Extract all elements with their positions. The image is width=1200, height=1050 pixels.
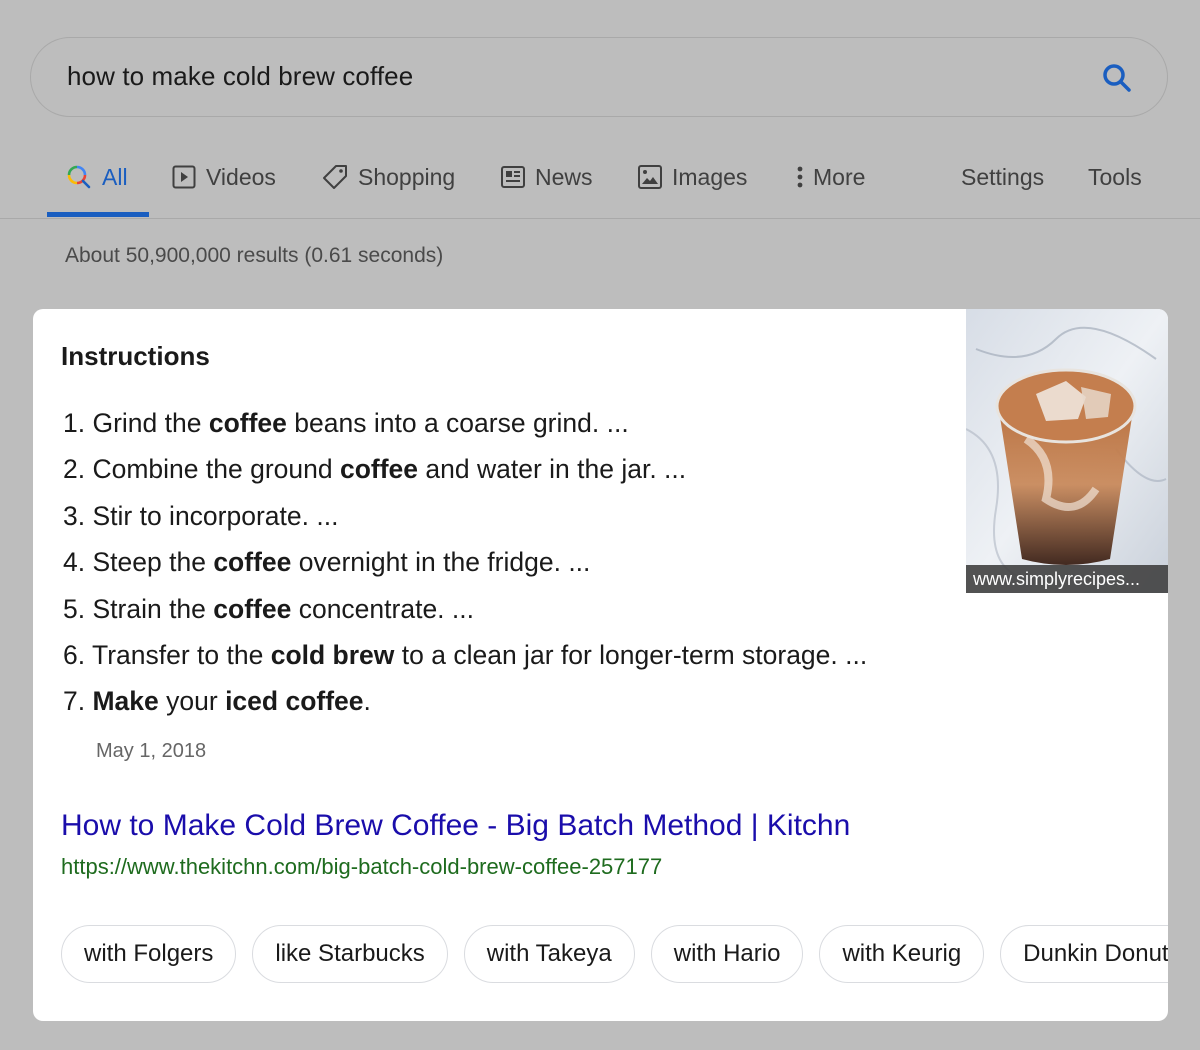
tag-icon (323, 165, 347, 189)
featured-snippet: Instructions 1. Grind the coffee beans i… (33, 309, 1168, 1021)
tab-tools[interactable]: Tools (1088, 162, 1142, 192)
search-icon (1103, 64, 1131, 92)
step-number: 5. (63, 593, 86, 624)
tab-all[interactable]: All (66, 162, 128, 192)
image-icon (638, 165, 662, 189)
step-text: Steep the (92, 547, 214, 578)
step-number: 3. (63, 500, 86, 531)
highlighted-term: coffee (208, 408, 287, 438)
tab-settings[interactable]: Settings (961, 162, 1044, 192)
related-search-chip[interactable]: with Hario (650, 925, 804, 983)
tab-label: Tools (1088, 163, 1142, 190)
iced-coffee-image (966, 309, 1168, 593)
step-number: 2. (63, 454, 86, 485)
step-text: Stir to incorporate. ... (92, 500, 339, 531)
highlighted-term: coffee (213, 593, 292, 624)
related-search-chip[interactable]: with Folgers (61, 925, 237, 983)
tab-label: All (102, 163, 128, 190)
related-search-chip[interactable]: with Takeya (463, 925, 635, 983)
kebab-menu-icon (797, 166, 803, 188)
step-text: overnight in the fridge. ... (291, 547, 591, 578)
recipe-thumbnail[interactable]: www.simplyrecipes... (966, 309, 1168, 593)
snippet-date: May 1, 2018 (96, 740, 207, 762)
tab-news[interactable]: News (501, 162, 593, 192)
instruction-step: 7. Make your iced coffee. (63, 682, 867, 728)
search-input[interactable]: how to make cold brew coffee (67, 61, 413, 92)
related-search-chip[interactable]: Dunkin Donuts (1000, 925, 1168, 983)
snippet-heading: Instructions (61, 341, 210, 371)
step-text: Grind the (92, 408, 209, 438)
result-url: https://www.thekitchn.com/big-batch-cold… (61, 854, 663, 879)
instruction-list: 1. Grind the coffee beans into a coarse … (63, 404, 867, 729)
related-search-chip[interactable]: like Starbucks (252, 925, 448, 983)
step-text: Combine the ground (92, 454, 340, 485)
tab-videos[interactable]: Videos (172, 162, 276, 192)
search-button[interactable] (1099, 60, 1135, 96)
tab-shopping[interactable]: Shopping (322, 162, 455, 192)
instruction-step: 2. Combine the ground coffee and water i… (63, 450, 867, 496)
step-number: 4. (63, 547, 86, 578)
step-text: and water in the jar. ... (418, 454, 687, 485)
tab-label: Videos (206, 163, 276, 190)
image-source-caption: www.simplyrecipes... (966, 565, 1168, 593)
step-text: to a clean jar for longer-term storage. … (394, 639, 868, 670)
tab-label: Settings (961, 163, 1045, 190)
step-text: Transfer to the (92, 639, 271, 670)
instruction-step: 4. Steep the coffee overnight in the fri… (63, 543, 867, 589)
step-number: 1. (63, 408, 86, 438)
newspaper-icon (501, 166, 525, 188)
step-number: 6. (63, 639, 86, 670)
result-title-link[interactable]: How to Make Cold Brew Coffee - Big Batch… (61, 809, 850, 843)
step-text: . (363, 686, 371, 717)
step-number: 7. (63, 686, 86, 717)
instruction-step: 3. Stir to incorporate. ... (63, 497, 867, 543)
highlighted-term: Make (92, 686, 159, 717)
play-icon (172, 165, 196, 189)
tab-more[interactable]: More (795, 162, 865, 192)
tab-images[interactable]: Images (638, 162, 747, 192)
tab-label: News (535, 163, 593, 190)
active-tab-indicator (47, 212, 149, 217)
highlighted-term: coffee (339, 454, 419, 485)
search-multicolor-icon (67, 165, 91, 189)
step-text: concentrate. ... (291, 593, 474, 624)
instruction-step: 1. Grind the coffee beans into a coarse … (63, 404, 867, 450)
related-search-chips: with Folgers like Starbucks with Takeya wit… (61, 925, 1168, 983)
tab-label: More (813, 163, 866, 190)
tab-label: Shopping (358, 163, 456, 190)
search-box[interactable]: how to make cold brew coffee (30, 37, 1168, 117)
instruction-step: 5. Strain the coffee concentrate. ... (63, 590, 867, 636)
highlighted-term: coffee (213, 547, 292, 578)
highlighted-term: cold brew (270, 639, 395, 670)
highlighted-term: iced coffee (225, 686, 364, 717)
tab-label: Images (672, 163, 748, 190)
step-text: beans into a coarse grind. ... (286, 408, 629, 438)
related-search-chip[interactable]: with Keurig (819, 925, 985, 983)
result-stats: About 50,900,000 results (0.61 seconds) (65, 244, 444, 267)
step-text: Strain the (92, 593, 214, 624)
search-tabs: All Videos Shopping News Images More Set… (0, 150, 1200, 219)
step-text: your (158, 686, 226, 717)
instruction-step: 6. Transfer to the cold brew to a clean … (63, 636, 867, 682)
